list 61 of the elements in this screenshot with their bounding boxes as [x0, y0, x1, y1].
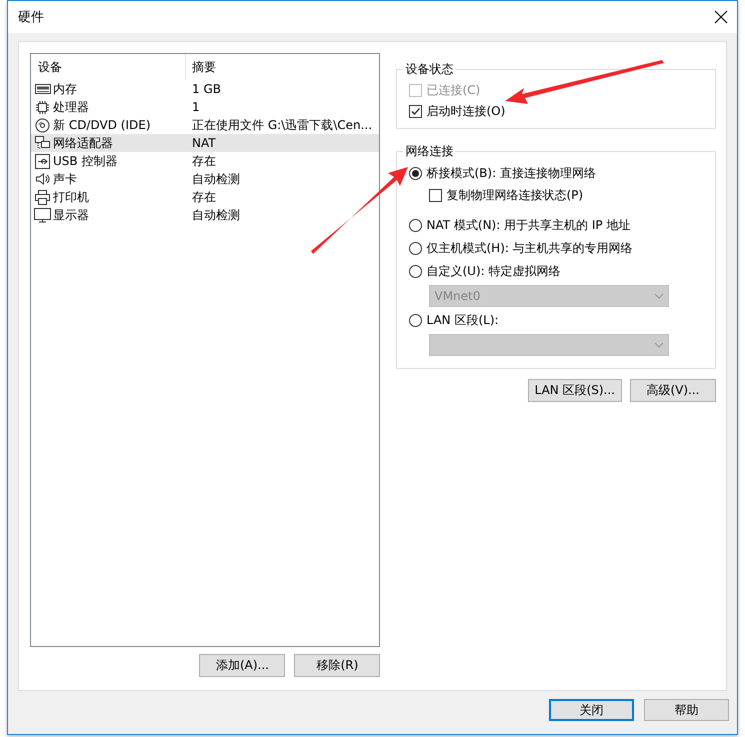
network-button[interactable]: 高级(V)...: [630, 379, 716, 402]
device-summary: 正在使用文件 G:\迅雷下载\Cen...: [192, 116, 372, 134]
device-row[interactable]: 网络适配器 NAT: [31, 134, 380, 152]
device-summary: 自动检测: [192, 206, 240, 224]
column-header[interactable]: 摘要: [186, 54, 216, 80]
close-icon[interactable]: [713, 9, 729, 25]
device-row[interactable]: 声卡 自动检测: [31, 170, 380, 188]
radio-button[interactable]: [409, 219, 422, 232]
list-button[interactable]: 添加(A)...: [199, 654, 286, 677]
device-name: 新 CD/DVD (IDE): [53, 116, 150, 134]
radio-label: 自定义(U): 特定虚拟网络: [426, 263, 560, 280]
device-name: 打印机: [53, 188, 89, 206]
device-row[interactable]: 打印机 存在: [31, 188, 380, 206]
device-summary: NAT: [192, 136, 216, 150]
device-row[interactable]: USB 控制器 存在: [31, 152, 380, 170]
device-name: 显示器: [53, 206, 89, 224]
radio-button[interactable]: [409, 265, 422, 278]
column-header[interactable]: 设备: [31, 54, 186, 80]
chevron-icon: [654, 342, 664, 348]
device-row[interactable]: 新 CD/DVD (IDE) 正在使用文件 G:\迅雷下载\Cen...: [31, 116, 380, 134]
device-summary: 1: [192, 100, 200, 114]
chip-icon: [35, 100, 50, 114]
checkbox[interactable]: [409, 105, 422, 118]
device-name: 处理器: [53, 98, 89, 116]
checkbox-label: 已连接(C): [426, 82, 480, 99]
printer-icon: [35, 190, 50, 204]
group-title: 网络连接: [404, 143, 454, 160]
device-summary: 自动检测: [192, 170, 240, 188]
device-row[interactable]: 处理器 1: [31, 98, 380, 116]
disc-icon: [35, 118, 50, 132]
device-row[interactable]: 显示器 自动检测: [31, 206, 380, 224]
memory-icon: [34, 83, 50, 95]
radio-button[interactable]: [409, 242, 422, 255]
device-summary: 1 GB: [192, 82, 221, 96]
device-summary: 存在: [192, 152, 216, 170]
window-title: 硬件: [18, 9, 44, 26]
device-name: 声卡: [53, 170, 77, 188]
group-title: 设备状态: [404, 61, 454, 78]
dialog-button[interactable]: 关闭: [549, 699, 634, 721]
list-button[interactable]: 移除(R): [294, 654, 380, 677]
device-summary: 存在: [192, 188, 216, 206]
dialog-button[interactable]: 帮助: [644, 699, 729, 721]
checkbox[interactable]: [429, 189, 442, 202]
chevron-icon: [654, 293, 664, 299]
device-name: 内存: [53, 80, 77, 98]
network-icon: [34, 136, 50, 150]
device-row[interactable]: 内存 1 GB: [31, 80, 380, 98]
monitor-icon: [34, 208, 51, 222]
radio-button[interactable]: [409, 314, 422, 327]
radio-label: 仅主机模式(H): 与主机共享的专用网络: [426, 240, 633, 257]
device-name: 网络适配器: [53, 134, 113, 152]
radio-label: LAN 区段(L):: [426, 312, 499, 329]
usb-icon: [35, 154, 50, 168]
checkbox-label: 启动时连接(O): [426, 103, 506, 120]
checkbox-label: 复制物理网络连接状态(P): [446, 187, 584, 204]
radio-label: 桥接模式(B): 直接连接物理网络: [426, 165, 596, 182]
radio-button[interactable]: [409, 167, 422, 180]
radio-label: NAT 模式(N): 用于共享主机的 IP 地址: [426, 217, 630, 234]
device-name: USB 控制器: [53, 152, 118, 170]
speaker-icon: [35, 172, 50, 186]
network-button[interactable]: LAN 区段(S)...: [528, 379, 622, 402]
